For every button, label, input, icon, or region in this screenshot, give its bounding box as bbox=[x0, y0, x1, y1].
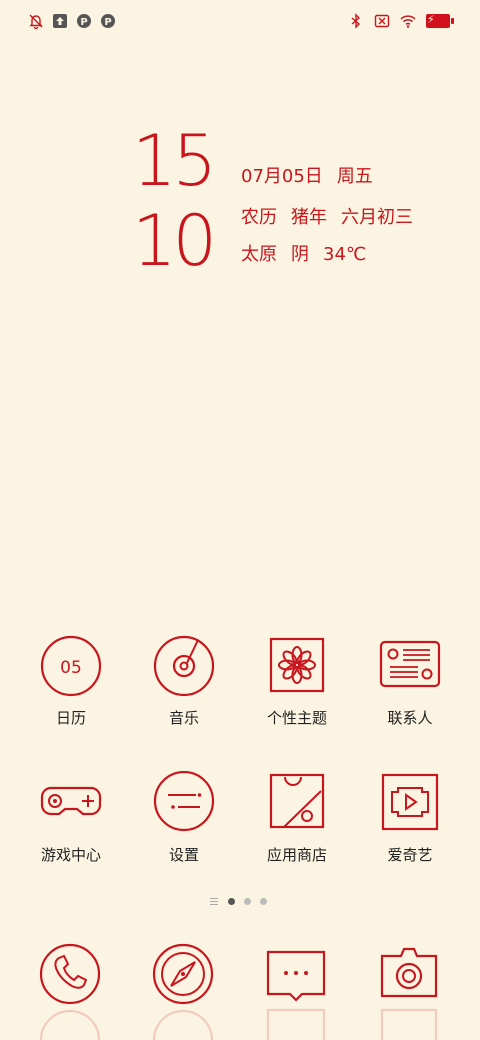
upload-icon bbox=[53, 14, 67, 28]
lunar-line: 农历 猪年 六月初三 bbox=[241, 207, 413, 229]
app-label: 音乐 bbox=[168, 709, 199, 727]
status-left-icons: P P bbox=[28, 13, 116, 29]
page-indicator-list-icon bbox=[210, 898, 218, 907]
wifi-icon bbox=[400, 15, 416, 28]
lunar-year: 猪年 bbox=[291, 207, 327, 228]
svg-text:P: P bbox=[104, 17, 111, 28]
dock-phone[interactable] bbox=[15, 942, 125, 1040]
phone-icon-reflection bbox=[39, 1009, 101, 1040]
dock-camera[interactable] bbox=[354, 942, 464, 1040]
clock-minute[interactable]: 10 bbox=[132, 206, 217, 276]
app-game-center[interactable]: 游戏中心 bbox=[16, 771, 126, 865]
page-dot-active bbox=[228, 898, 235, 905]
iqiyi-icon bbox=[381, 773, 439, 831]
app-store[interactable]: 应用商店 bbox=[242, 771, 352, 865]
status-bar: P P ⚡ bbox=[0, 0, 480, 40]
messages-icon-reflection bbox=[266, 1008, 326, 1040]
p-icon: P bbox=[101, 14, 115, 28]
weather-text: 阴 bbox=[291, 244, 309, 265]
lunar-date: 六月初三 bbox=[341, 207, 413, 228]
app-contacts[interactable]: 联系人 bbox=[355, 634, 465, 728]
app-label: 设置 bbox=[168, 846, 199, 864]
gamepad-icon bbox=[40, 786, 102, 816]
calendar-icon-day: 05 bbox=[60, 658, 82, 678]
app-label: 日历 bbox=[55, 709, 86, 727]
page-dot bbox=[260, 898, 267, 905]
app-music[interactable]: 音乐 bbox=[129, 634, 239, 728]
p-icon: P bbox=[77, 14, 91, 28]
dock-messages[interactable] bbox=[241, 942, 351, 1040]
camera-icon bbox=[380, 947, 438, 998]
app-settings[interactable]: 设置 bbox=[129, 771, 239, 865]
messages-icon bbox=[266, 950, 326, 1002]
camera-icon-reflection bbox=[380, 1008, 438, 1040]
page-dot bbox=[244, 898, 251, 905]
music-icon bbox=[153, 635, 215, 697]
app-label: 游戏中心 bbox=[40, 846, 101, 864]
browser-compass-icon bbox=[152, 943, 214, 1005]
app-iqiyi[interactable]: 爱奇艺 bbox=[355, 771, 465, 865]
settings-icon bbox=[153, 771, 215, 832]
app-themes[interactable]: 个性主题 bbox=[242, 634, 352, 728]
bluetooth-icon bbox=[351, 13, 361, 29]
temperature-text: 34℃ bbox=[323, 244, 367, 265]
city-text: 太原 bbox=[241, 244, 277, 265]
contacts-icon bbox=[379, 640, 441, 688]
browser-icon-reflection bbox=[152, 1009, 214, 1040]
dock-browser[interactable] bbox=[128, 942, 238, 1040]
lunar-label: 农历 bbox=[241, 207, 277, 228]
status-right-icons: ⚡ bbox=[348, 13, 454, 29]
calendar-icon: 05 bbox=[40, 635, 102, 697]
svg-text:P: P bbox=[80, 17, 87, 28]
weather-line[interactable]: 太原阴 34℃ bbox=[241, 244, 366, 266]
clock-hour[interactable]: 15 bbox=[132, 126, 217, 196]
app-store-icon bbox=[269, 773, 325, 829]
date-line[interactable]: 07月05日 周五 bbox=[241, 166, 373, 188]
phone-icon bbox=[39, 943, 101, 1005]
app-label: 联系人 bbox=[387, 709, 433, 727]
date-text: 07月05日 bbox=[241, 166, 323, 187]
page-indicator[interactable] bbox=[0, 895, 480, 909]
app-calendar[interactable]: 05 日历 bbox=[16, 634, 126, 728]
app-label: 爱奇艺 bbox=[387, 846, 433, 864]
battery-icon: ⚡ bbox=[426, 13, 454, 28]
bell-off-icon bbox=[29, 14, 43, 29]
app-label: 个性主题 bbox=[266, 709, 327, 727]
app-label: 应用商店 bbox=[266, 846, 327, 864]
theme-icon bbox=[269, 637, 325, 693]
no-sim-icon bbox=[374, 14, 390, 28]
weekday-text: 周五 bbox=[336, 166, 373, 187]
